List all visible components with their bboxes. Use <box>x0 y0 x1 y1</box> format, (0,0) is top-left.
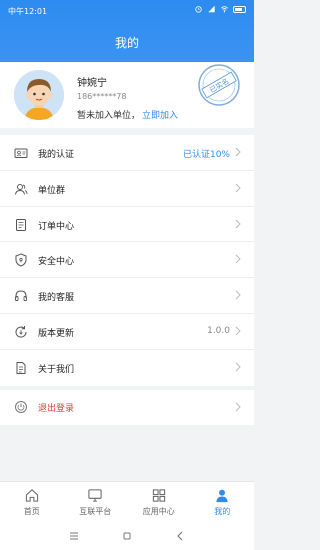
menu-item-customer-service[interactable]: 我的客服 <box>0 278 254 314</box>
tab-platform[interactable]: 互联平台 <box>64 482 128 522</box>
user-name: 钟婉宁 <box>77 78 107 89</box>
page-title: 我的 <box>114 36 139 50</box>
menu-item-unit-group[interactable]: 单位群 <box>0 171 254 207</box>
unit-status: 暂未加入单位， 立即加入 <box>77 108 178 121</box>
menu-item-orders[interactable]: 订单中心 <box>0 207 254 243</box>
settings-menu: 我的认证 已认证10% 单位群 订单中心 安全中心 我的客服 版本更新 1.0.… <box>0 135 254 386</box>
menu-item-label: 我的认证 <box>38 150 75 160</box>
chevron-right-icon <box>235 219 241 228</box>
logout-button[interactable]: 退出登录 <box>0 390 254 425</box>
certification-progress: 已认证10% <box>182 150 230 160</box>
menu-item-label: 关于我们 <box>38 364 75 375</box>
battery-icon <box>233 5 246 13</box>
verified-stamp: 已实名 <box>198 64 240 106</box>
app-header: 中午12:01 我的 <box>0 0 254 62</box>
unit-status-text: 暂未加入单位， <box>77 111 141 121</box>
menu-item-label: 安全中心 <box>38 257 75 268</box>
system-nav-bar <box>0 522 254 550</box>
menu-item-version-update[interactable]: 版本更新 1.0.0 <box>0 314 254 350</box>
menu-item-label: 订单中心 <box>38 221 75 232</box>
tab-label: 我的 <box>214 507 231 516</box>
tab-home[interactable]: 首页 <box>0 482 64 522</box>
tab-label: 首页 <box>23 507 40 516</box>
signal-icon <box>208 5 215 13</box>
status-bar: 中午12:01 <box>0 0 254 22</box>
avatar[interactable] <box>14 70 64 120</box>
chevron-right-icon <box>235 402 241 412</box>
wifi-icon <box>221 6 228 13</box>
tab-mine[interactable]: 我的 <box>191 482 255 522</box>
menu-item-label: 版本更新 <box>38 328 75 339</box>
avatar-illustration <box>14 70 64 120</box>
join-unit-link[interactable]: 立即加入 <box>142 111 178 121</box>
grid-icon <box>152 489 165 502</box>
document-icon <box>16 361 26 374</box>
home-button-icon[interactable] <box>121 530 133 542</box>
chevron-right-icon <box>235 326 241 336</box>
tab-label: 互联平台 <box>79 507 112 516</box>
menu-item-label: 单位群 <box>38 185 66 196</box>
order-icon <box>16 218 26 231</box>
version-number: 1.0.0 <box>207 325 230 336</box>
id-card-icon <box>14 148 28 158</box>
menu-item-security[interactable]: 安全中心 <box>0 242 254 279</box>
tab-app-center[interactable]: 应用中心 <box>127 482 191 522</box>
back-icon[interactable] <box>174 530 186 542</box>
tab-label: 应用中心 <box>142 507 175 516</box>
chevron-right-icon <box>235 290 241 300</box>
user-icon <box>216 489 228 503</box>
menu-icon[interactable] <box>68 530 80 542</box>
chevron-right-icon <box>235 255 241 264</box>
profile-card[interactable]: 钟婉宁 186******78 暂未加入单位， 立即加入 已实名 <box>0 62 254 128</box>
menu-item-label: 我的客服 <box>38 293 75 304</box>
bottom-tab-bar: 首页 互联平台 应用中心 我的 <box>0 481 254 522</box>
chevron-right-icon <box>235 183 241 193</box>
shield-icon <box>15 253 27 267</box>
group-icon <box>15 183 28 195</box>
user-phone: 186******78 <box>77 92 127 101</box>
monitor-icon <box>88 489 102 502</box>
chevron-right-icon <box>235 147 241 157</box>
status-time: 中午12:01 <box>8 7 48 16</box>
power-icon <box>15 401 27 413</box>
logout-label: 退出登录 <box>38 404 75 414</box>
status-icons <box>194 5 246 13</box>
menu-item-about-us[interactable]: 关于我们 <box>0 350 254 386</box>
headset-icon <box>15 290 27 302</box>
update-icon <box>15 325 27 338</box>
menu-item-certification[interactable]: 我的认证 已认证10% <box>0 135 254 171</box>
alarm-icon <box>195 6 202 13</box>
home-icon <box>25 489 38 502</box>
chevron-right-icon <box>235 362 241 372</box>
